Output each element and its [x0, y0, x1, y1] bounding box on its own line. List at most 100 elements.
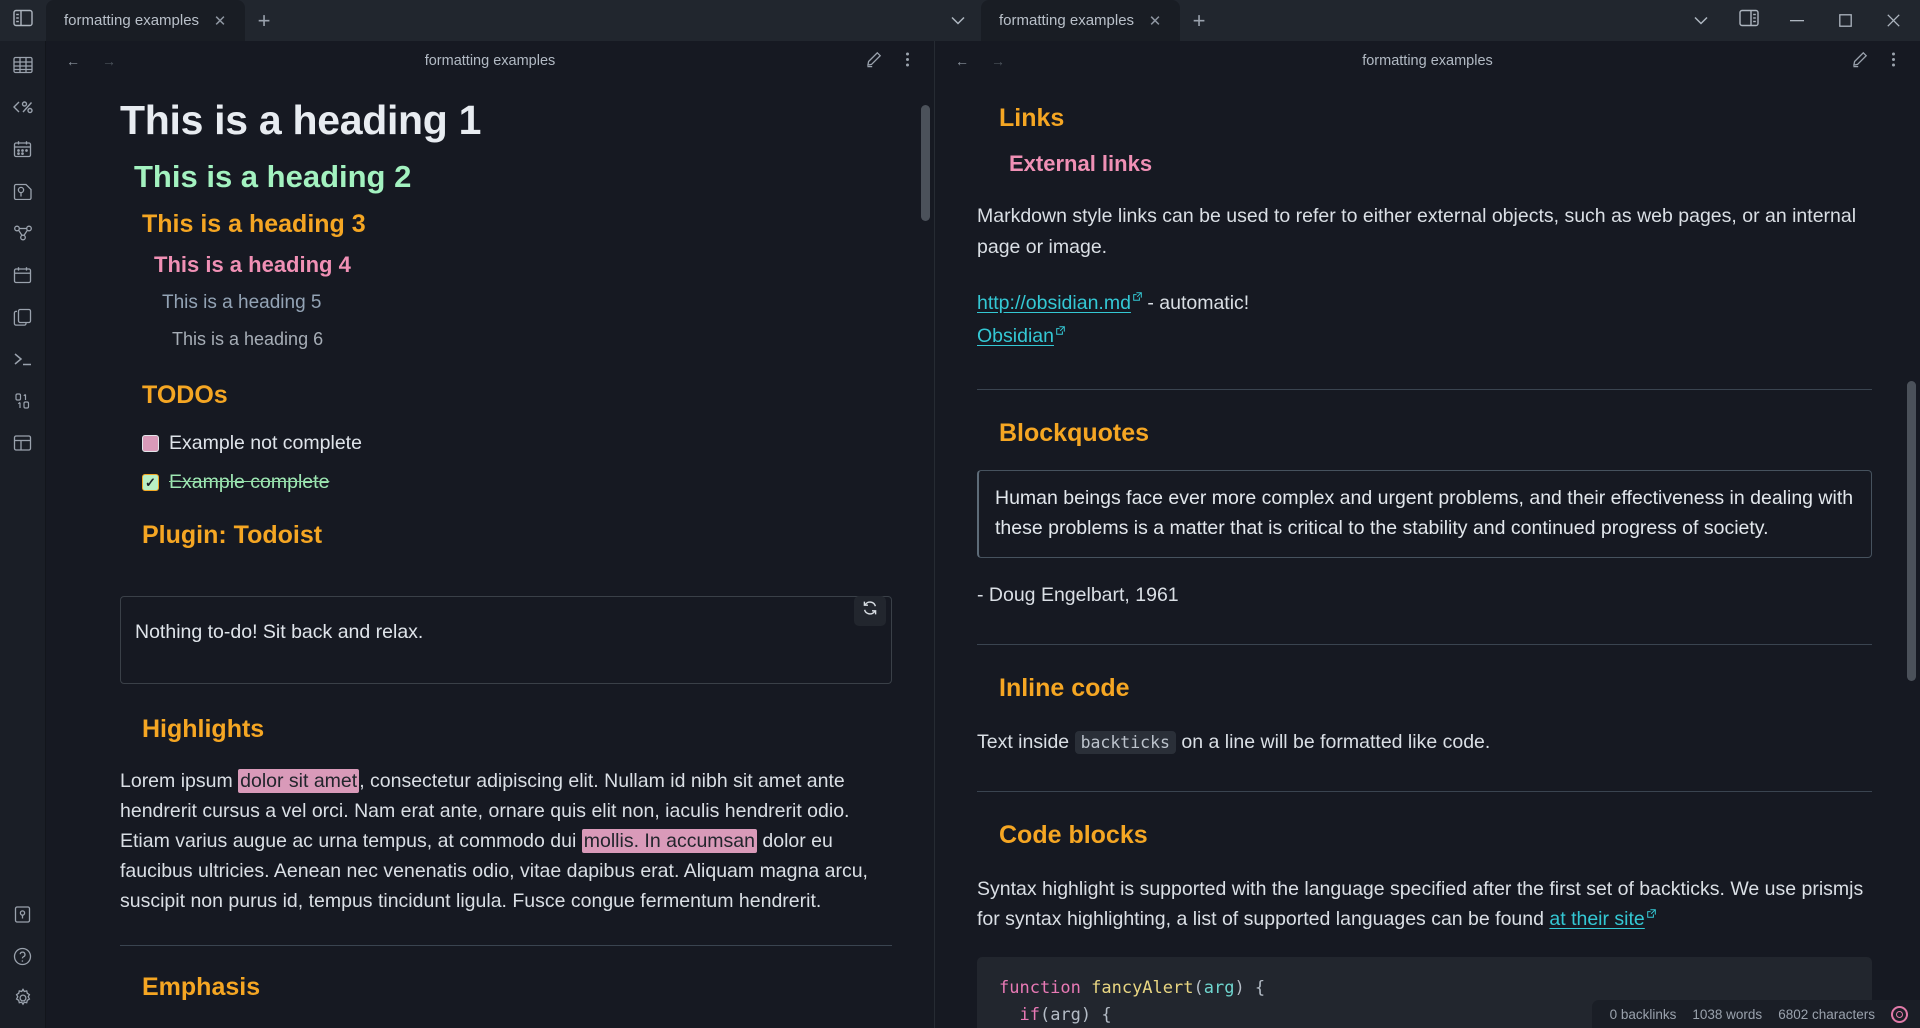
edit-mode-button[interactable]: [860, 48, 886, 74]
refresh-button[interactable]: [854, 595, 886, 626]
left-pane-tab-list-button[interactable]: [935, 0, 981, 41]
toggle-right-sidebar-icon: [1739, 9, 1759, 32]
sidebar-item-table[interactable]: [3, 47, 43, 83]
heading-3: This is a heading 3: [142, 210, 366, 239]
editor-panes: ← → formatting examples This is a headin…: [46, 41, 1920, 1028]
code-token: ) {: [1234, 977, 1266, 998]
italic-line-1: This text will be italic: [120, 1024, 892, 1028]
toggle-left-sidebar-icon: [13, 9, 33, 32]
maximize-button[interactable]: [1822, 0, 1868, 41]
todoist-empty-message: Nothing to-do! Sit back and relax.: [120, 595, 892, 684]
tab-formatting-examples-left[interactable]: formatting examples ✕: [46, 0, 246, 41]
highlight-1: dolor sit amet: [238, 768, 360, 793]
sidebar-item-calendar[interactable]: [3, 131, 43, 167]
heading-2: This is a heading 2: [134, 159, 412, 195]
left-nav-arrows: ← →: [60, 48, 122, 74]
toggle-right-sidebar-button[interactable]: [1726, 0, 1772, 41]
blockquote: Human beings face ever more complex and …: [977, 470, 1872, 558]
right-tabstrip: formatting examples ✕ +: [981, 0, 1920, 41]
code-token: function: [999, 977, 1092, 998]
links-paragraph: Markdown style links can be used to refe…: [977, 205, 1857, 258]
right-editor-pane: ← → formatting examples Links External l…: [935, 41, 1920, 1028]
code-line: function fancyAlert(arg) {: [999, 978, 1265, 998]
code-token: if: [999, 1005, 1040, 1026]
divider: [977, 643, 1872, 645]
quote-attribution: - Doug Engelbart, 1961: [977, 583, 1179, 606]
graph-icon: [13, 224, 33, 242]
highlights-paragraph: Lorem ipsum dolor sit amet, consectetur …: [120, 766, 892, 917]
external-link-prismjs-site[interactable]: at their site: [1549, 908, 1644, 930]
back-button[interactable]: ←: [949, 48, 975, 74]
new-tab-button[interactable]: +: [1180, 0, 1218, 41]
obsidian-window: formatting examples ✕ + formatting examp…: [0, 0, 1920, 1028]
note-pin-icon: [13, 182, 33, 200]
percent-code-icon: [12, 98, 34, 116]
titlebar: formatting examples ✕ + formatting examp…: [0, 0, 1920, 41]
close-icon[interactable]: ✕: [209, 10, 231, 32]
binary-icon: [13, 392, 33, 410]
sync-status-icon[interactable]: [1891, 1005, 1908, 1023]
edit-mode-button[interactable]: [1846, 48, 1872, 74]
checkbox-unchecked[interactable]: [142, 434, 159, 452]
new-tab-button[interactable]: +: [245, 0, 283, 41]
forward-button[interactable]: →: [96, 48, 122, 74]
toggle-left-sidebar-button[interactable]: [0, 0, 46, 41]
task-item[interactable]: ✓ Example complete: [142, 467, 892, 497]
character-count[interactable]: 6802 characters: [1778, 1007, 1875, 1022]
sidebar-item-copy[interactable]: [3, 299, 43, 335]
right-pane-header: ← → formatting examples: [935, 41, 1920, 81]
inline-code-pre: Text inside: [977, 730, 1075, 753]
back-button[interactable]: ←: [60, 48, 86, 74]
sidebar-item-binary[interactable]: [3, 383, 43, 419]
link-line-2: Obsidian: [977, 321, 1872, 351]
heading-5: This is a heading 5: [162, 291, 322, 313]
emphasis-heading: Emphasis: [142, 972, 261, 1001]
checkbox-checked[interactable]: ✓: [142, 473, 159, 491]
sidebar-item-calendar-box[interactable]: [3, 257, 43, 293]
divider: [120, 944, 892, 946]
sidebar-item-terminal[interactable]: [3, 341, 43, 377]
sidebar-item-help[interactable]: [3, 938, 43, 974]
todoist-plugin-block: Nothing to-do! Sit back and relax.: [120, 595, 892, 684]
vault-icon: [13, 905, 32, 924]
task-item[interactable]: Example not complete: [142, 428, 892, 458]
code-blocks-paragraph: Syntax highlight is supported with the l…: [977, 874, 1872, 934]
sidebar-item-templater[interactable]: [3, 89, 43, 125]
todos-heading: TODOs: [142, 381, 228, 410]
left-pane-content[interactable]: This is a heading 1 This is a heading 2 …: [46, 81, 934, 1028]
tab-formatting-examples-right[interactable]: formatting examples ✕: [981, 0, 1181, 41]
backlinks-count[interactable]: 0 backlinks: [1610, 1007, 1677, 1022]
highlight-2: mollis. In accumsan: [581, 828, 757, 853]
right-pane-scrollbar[interactable]: [1907, 381, 1916, 681]
heading-1: This is a heading 1: [120, 97, 482, 143]
sidebar-item-layout[interactable]: [3, 425, 43, 461]
minimize-button[interactable]: [1774, 0, 1820, 41]
sidebar-item-vault[interactable]: [3, 896, 43, 932]
code-token: (: [1193, 977, 1204, 998]
external-link-icon: [1133, 290, 1142, 307]
right-pane-tab-list-button[interactable]: [1678, 0, 1724, 41]
right-pane-actions: [1846, 48, 1906, 74]
word-count[interactable]: 1038 words: [1692, 1007, 1762, 1022]
more-options-button[interactable]: [1880, 48, 1906, 74]
forward-button[interactable]: →: [985, 48, 1011, 74]
left-pane-scrollbar[interactable]: [921, 105, 930, 221]
sidebar-item-daily-note[interactable]: [3, 173, 43, 209]
sidebar-item-graph[interactable]: [3, 215, 43, 251]
close-icon[interactable]: ✕: [1144, 10, 1166, 32]
tab-label: formatting examples: [64, 12, 200, 29]
more-options-button[interactable]: [894, 48, 920, 74]
calendar-icon: [13, 140, 32, 158]
external-link-obsidian[interactable]: Obsidian: [977, 325, 1054, 347]
external-link-obsidian-md[interactable]: http://obsidian.md: [977, 292, 1131, 314]
left-pane-actions: [860, 48, 920, 74]
code-token: arg: [1203, 977, 1235, 998]
left-pane-title: formatting examples: [424, 53, 556, 69]
terminal-icon: [13, 350, 33, 368]
sidebar-item-settings[interactable]: [3, 980, 43, 1016]
external-link-icon: [1056, 324, 1065, 341]
blockquotes-heading: Blockquotes: [999, 419, 1150, 448]
right-pane-content[interactable]: Links External links Markdown style link…: [935, 81, 1920, 1028]
calendar-box-icon: [13, 266, 32, 284]
close-button[interactable]: [1870, 0, 1916, 41]
